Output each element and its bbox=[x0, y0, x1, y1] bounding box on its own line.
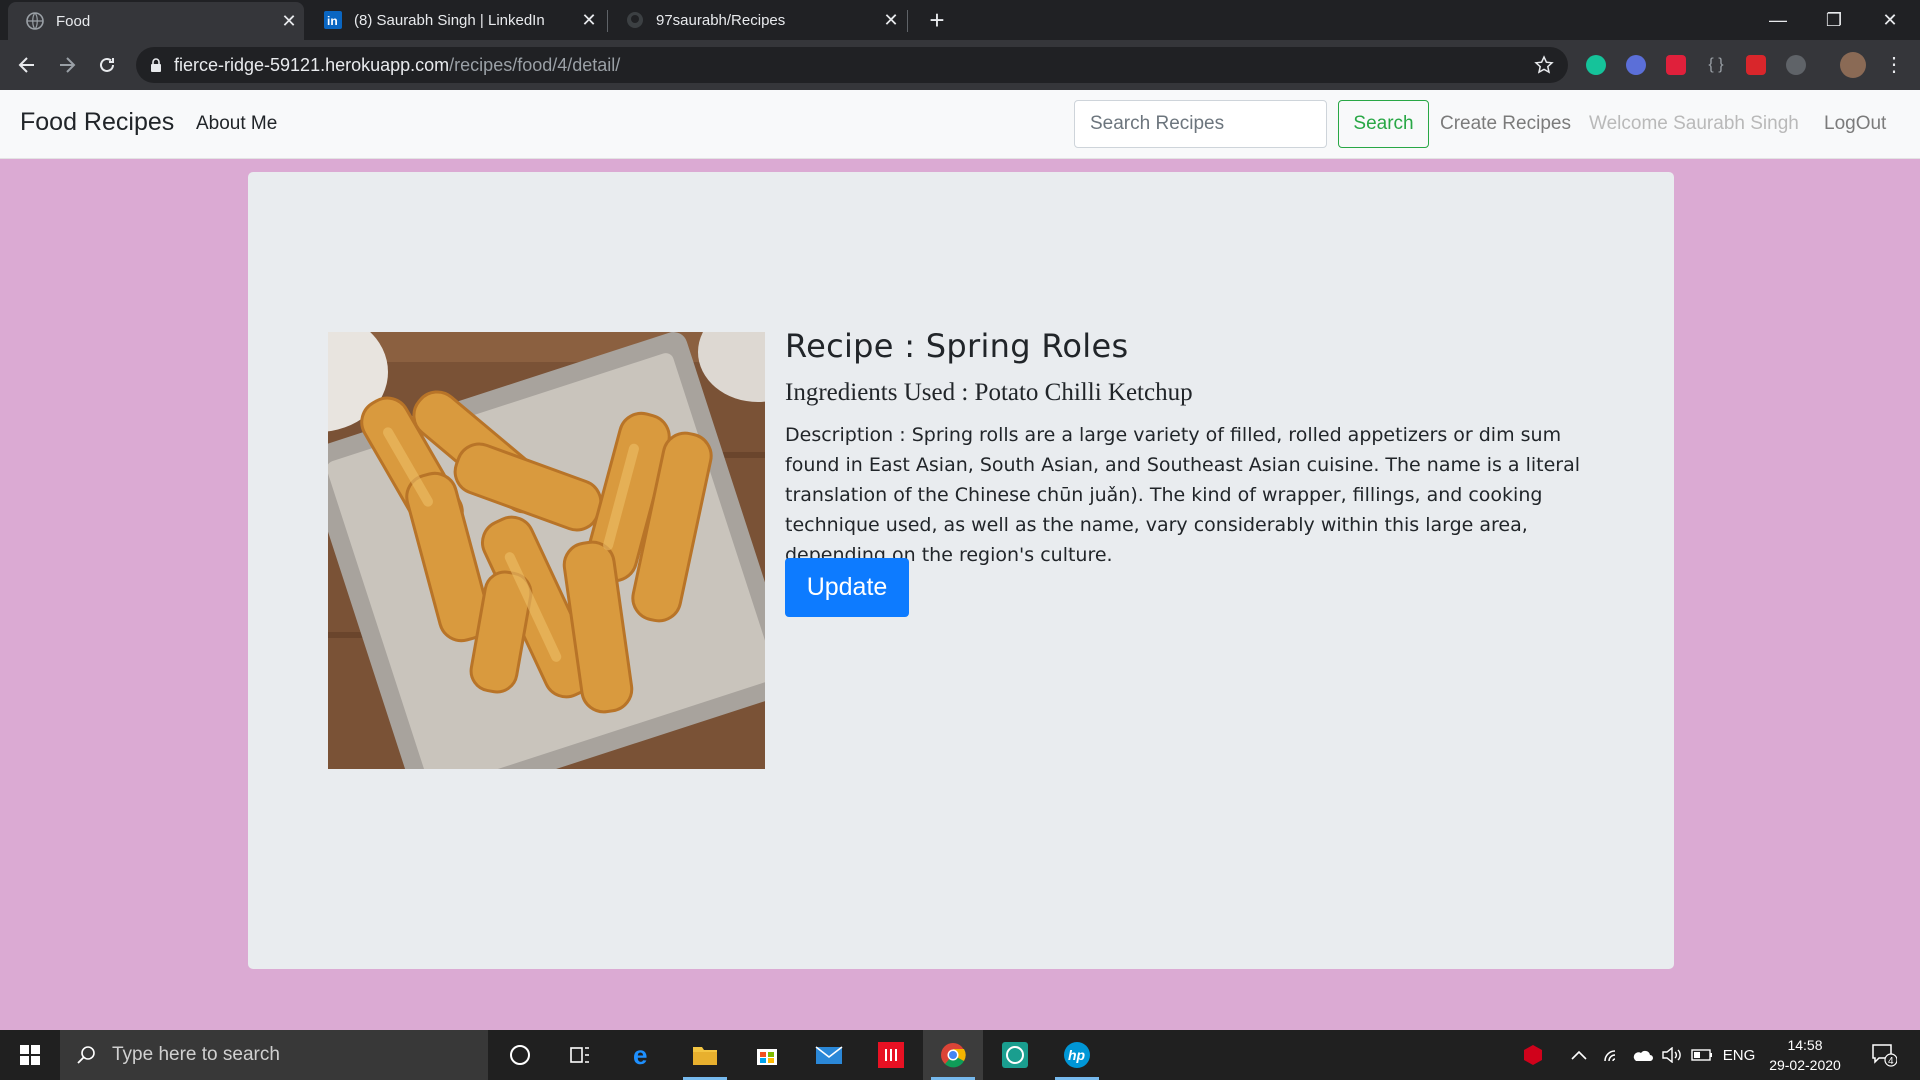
hp-icon[interactable]: hp bbox=[1047, 1030, 1107, 1080]
system-clock[interactable]: 14:58 29-02-2020 bbox=[1760, 1035, 1850, 1075]
recipe-title: Recipe : Spring Roles bbox=[785, 327, 1129, 365]
tab-linkedin[interactable]: in (8) Saurabh Singh | LinkedIn ✕ bbox=[306, 0, 604, 40]
recipe-image bbox=[328, 332, 765, 769]
taskbar-search-placeholder: Type here to search bbox=[112, 1044, 280, 1065]
new-tab-button[interactable]: + bbox=[922, 0, 952, 40]
windows-start-icon[interactable] bbox=[0, 1030, 60, 1080]
restore-icon[interactable]: ❐ bbox=[1806, 0, 1862, 40]
reload-icon[interactable] bbox=[92, 50, 122, 80]
logout-link[interactable]: LogOut bbox=[1824, 113, 1886, 135]
clock-date: 29-02-2020 bbox=[1769, 1057, 1841, 1073]
minimize-icon[interactable]: — bbox=[1750, 0, 1806, 40]
file-explorer-icon[interactable] bbox=[675, 1030, 735, 1080]
close-tab-icon[interactable]: ✕ bbox=[876, 10, 906, 31]
tab-title: 97saurabh/Recipes bbox=[656, 11, 786, 29]
svg-text:e: e bbox=[633, 1042, 647, 1068]
extension-icon[interactable] bbox=[1746, 55, 1766, 75]
tab-github[interactable]: 97saurabh/Recipes ✕ bbox=[608, 0, 906, 40]
globe-icon bbox=[26, 12, 44, 30]
windows-taskbar: Type here to search e hp ENG 14:58 29-02… bbox=[0, 1030, 1920, 1080]
chrome-icon[interactable] bbox=[923, 1030, 983, 1080]
browser-toolbar: fierce-ridge-59121.herokuapp.com/recipes… bbox=[0, 40, 1920, 90]
search-button[interactable]: Search bbox=[1338, 100, 1429, 148]
extension-icon[interactable] bbox=[1786, 55, 1806, 75]
wifi-icon[interactable] bbox=[1598, 1030, 1626, 1080]
chevron-up-icon[interactable] bbox=[1566, 1030, 1592, 1080]
profile-avatar[interactable] bbox=[1840, 52, 1866, 78]
edge-icon[interactable]: e bbox=[613, 1030, 673, 1080]
notification-center-icon[interactable]: 4 bbox=[1864, 1030, 1904, 1080]
lock-icon bbox=[150, 57, 162, 73]
close-window-icon[interactable]: ✕ bbox=[1862, 0, 1918, 40]
github-icon bbox=[626, 11, 644, 29]
store-icon[interactable] bbox=[737, 1030, 797, 1080]
svg-text:hp: hp bbox=[1068, 1047, 1086, 1063]
recipe-card: Recipe : Spring Roles Ingredients Used :… bbox=[248, 172, 1674, 969]
tab-title: (8) Saurabh Singh | LinkedIn bbox=[354, 11, 545, 29]
app-red-icon[interactable] bbox=[861, 1030, 921, 1080]
tab-divider bbox=[907, 10, 908, 32]
brand-link[interactable]: Food Recipes bbox=[20, 108, 174, 137]
json-extension-icon[interactable]: { } bbox=[1706, 55, 1726, 75]
address-bar[interactable]: fierce-ridge-59121.herokuapp.com/recipes… bbox=[136, 47, 1568, 83]
linkedin-icon: in bbox=[324, 11, 342, 29]
recipe-description: Description : Spring rolls are a large v… bbox=[785, 424, 1581, 566]
onedrive-icon[interactable] bbox=[1628, 1030, 1656, 1080]
extension-icon[interactable] bbox=[1626, 55, 1646, 75]
close-tab-icon[interactable]: ✕ bbox=[574, 10, 604, 31]
antivirus-tray-icon[interactable] bbox=[1516, 1030, 1550, 1080]
cortana-icon[interactable] bbox=[490, 1030, 550, 1080]
tab-food[interactable]: Food ✕ bbox=[8, 2, 304, 40]
about-me-link[interactable]: About Me bbox=[196, 113, 277, 135]
url-text: fierce-ridge-59121.herokuapp.com/recipes… bbox=[174, 55, 620, 76]
language-indicator[interactable]: ENG bbox=[1718, 1030, 1760, 1080]
pocket-extension-icon[interactable] bbox=[1666, 55, 1686, 75]
bookmark-star-icon[interactable] bbox=[1534, 55, 1554, 80]
site-navbar: Food Recipes About Me Search Create Reci… bbox=[0, 90, 1920, 159]
volume-icon[interactable] bbox=[1658, 1030, 1686, 1080]
notification-count: 4 bbox=[1888, 1056, 1894, 1067]
tab-title: Food bbox=[56, 12, 91, 30]
grammarly-extension-icon[interactable] bbox=[1586, 55, 1606, 75]
whatsapp-icon[interactable] bbox=[985, 1030, 1045, 1080]
menu-kebab-icon[interactable]: ⋮ bbox=[1884, 55, 1904, 75]
close-tab-icon[interactable]: ✕ bbox=[274, 11, 304, 32]
recipe-ingredients: Ingredients Used : Potato Chilli Ketchup bbox=[785, 379, 1193, 406]
search-icon bbox=[76, 1045, 96, 1065]
clock-time: 14:58 bbox=[1787, 1037, 1823, 1053]
search-recipes-input[interactable] bbox=[1074, 100, 1327, 148]
url-host: fierce-ridge-59121.herokuapp.com bbox=[174, 54, 450, 75]
update-button[interactable]: Update bbox=[785, 558, 909, 617]
url-path: /recipes/food/4/detail/ bbox=[449, 54, 621, 75]
taskbar-search-box[interactable]: Type here to search bbox=[60, 1030, 488, 1080]
task-view-icon[interactable] bbox=[550, 1030, 610, 1080]
browser-tab-bar: Food ✕ in (8) Saurabh Singh | LinkedIn ✕… bbox=[0, 0, 1920, 40]
svg-text:in: in bbox=[327, 14, 338, 28]
forward-arrow-icon[interactable] bbox=[52, 50, 82, 80]
mail-icon[interactable] bbox=[799, 1030, 859, 1080]
back-arrow-icon[interactable] bbox=[12, 50, 42, 80]
welcome-user-text: Welcome Saurabh Singh bbox=[1589, 113, 1799, 134]
battery-icon[interactable] bbox=[1688, 1030, 1716, 1080]
create-recipes-link[interactable]: Create Recipes bbox=[1440, 113, 1571, 135]
